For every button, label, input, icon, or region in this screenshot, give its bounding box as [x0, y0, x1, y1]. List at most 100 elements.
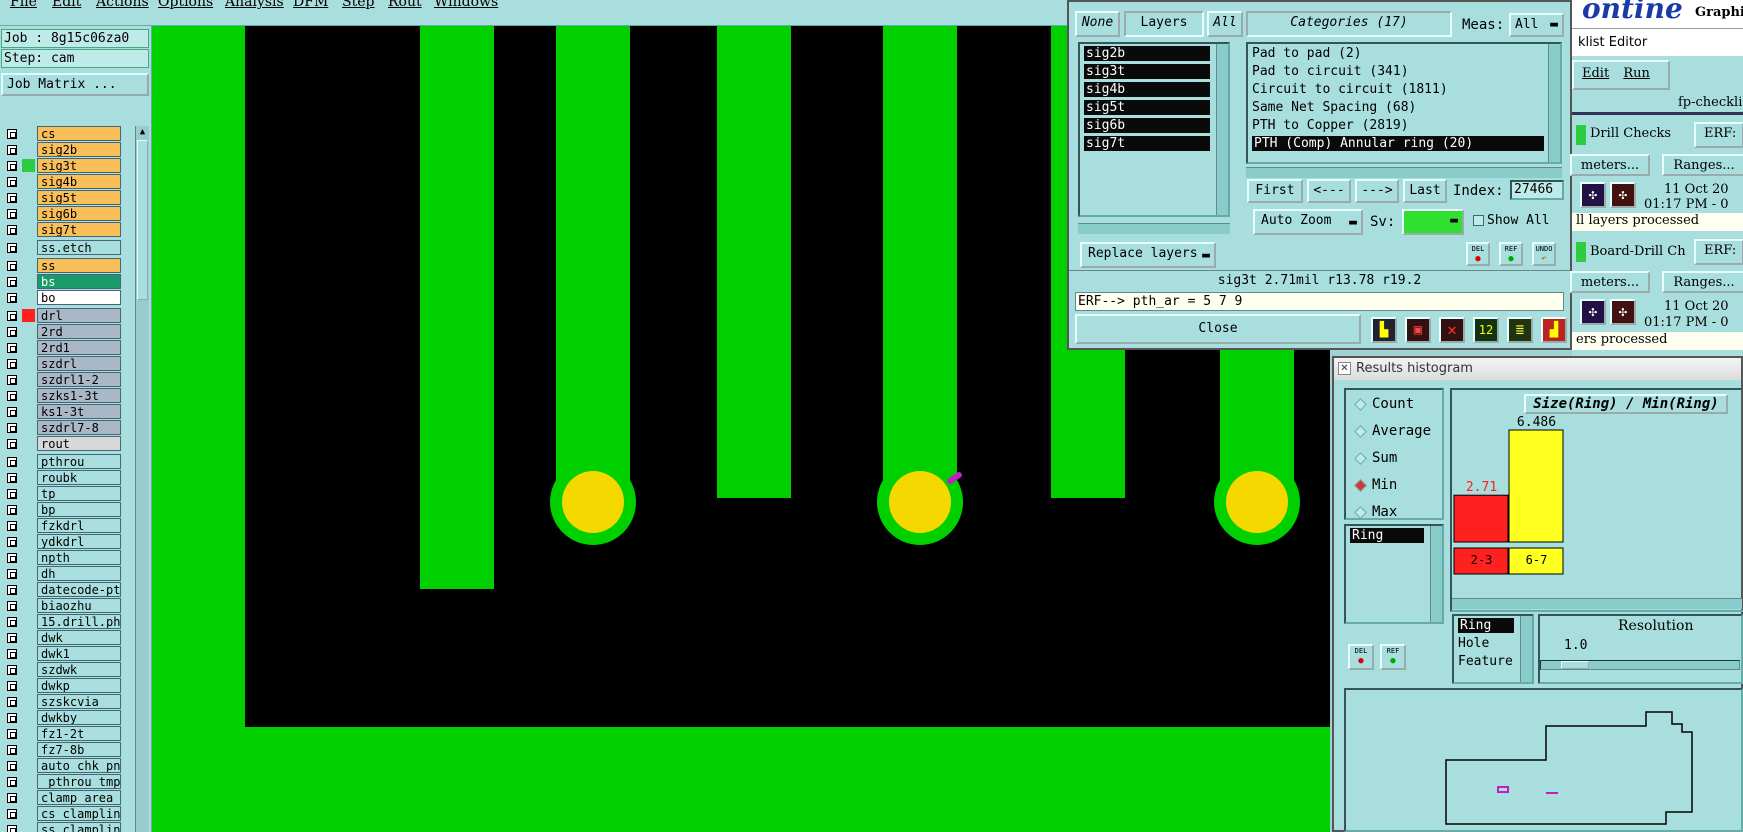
layer-checkbox[interactable]	[7, 407, 17, 417]
layer-row-fz1-2t[interactable]: fz1-2t	[2, 726, 121, 741]
layer-row-ss.etch[interactable]: ss.etch	[2, 240, 121, 255]
layer-row-szdwk[interactable]: szdwk	[2, 662, 121, 677]
layer-row-tp[interactable]: tp	[2, 486, 121, 501]
layer-checkbox[interactable]	[7, 145, 17, 155]
layer-row-ks1-3t[interactable]: ks1-3t	[2, 404, 121, 419]
layer-checkbox[interactable]	[7, 665, 17, 675]
layer-checkbox[interactable]	[7, 809, 17, 819]
mode-radio-count[interactable]: Count	[1354, 396, 1414, 412]
layer-name[interactable]: szdrl7-8	[37, 420, 121, 435]
layer-name[interactable]: dwkp	[37, 678, 121, 693]
layer-checkbox[interactable]	[7, 327, 17, 337]
layer-row-biaozhu[interactable]: biaozhu	[2, 598, 121, 613]
layer-name[interactable]: dh	[37, 566, 121, 581]
next-button[interactable]: --->	[1355, 179, 1399, 203]
layer-checkbox[interactable]	[7, 293, 17, 303]
layer-checkbox[interactable]	[7, 375, 17, 385]
clear-icon[interactable]: ✕	[1439, 317, 1465, 343]
layer-checkbox[interactable]	[7, 359, 17, 369]
layer-checkbox[interactable]	[7, 777, 17, 787]
field-item[interactable]: Ring	[1458, 618, 1514, 633]
layer-name[interactable]: sig5t	[37, 190, 121, 205]
menu-options[interactable]: Options	[158, 0, 213, 10]
run-icon[interactable]: ✣	[1610, 182, 1636, 208]
layer-checkbox[interactable]	[7, 225, 17, 235]
layer-row-15.drill.pho[interactable]: 15.drill.pho	[2, 614, 121, 629]
layer-name[interactable]: sig2b	[37, 142, 121, 157]
category-item[interactable]: Same Net Spacing (68)	[1252, 100, 1416, 115]
category-item[interactable]: Circuit to circuit (1811)	[1252, 82, 1448, 97]
scroll-up-icon[interactable]: ▲	[137, 126, 148, 138]
layer-checkbox[interactable]	[7, 825, 17, 832]
layer-checkbox[interactable]	[7, 161, 17, 171]
layer-name[interactable]: sig4b	[37, 174, 121, 189]
layer-name[interactable]: cs	[37, 126, 121, 141]
layer-name[interactable]: ydkdrl	[37, 534, 121, 549]
layer-name[interactable]: roubk	[37, 470, 121, 485]
layer-name[interactable]: szskcvia	[37, 694, 121, 709]
board-overview[interactable]	[1344, 688, 1743, 832]
layer-checkbox[interactable]	[7, 553, 17, 563]
erf-button-2[interactable]: ERF:	[1694, 239, 1743, 265]
number-icon[interactable]: 12	[1473, 317, 1499, 343]
slider-thumb[interactable]	[1561, 661, 1589, 669]
none-button[interactable]: None	[1075, 11, 1120, 37]
histogram-bar[interactable]	[1508, 429, 1564, 543]
category-item[interactable]: Pad to pad (2)	[1252, 46, 1362, 61]
category-list[interactable]: Pad to pad (2) Pad to circuit (341) Circui…	[1246, 42, 1562, 164]
layer-row-2rd[interactable]: 2rd	[2, 324, 121, 339]
ref-button[interactable]: REF ●	[1380, 644, 1406, 670]
layer-name[interactable]: sig3t	[37, 158, 121, 173]
layer-row-szdrl1-2[interactable]: szdrl1-2	[2, 372, 121, 387]
layer-checkbox[interactable]	[7, 457, 17, 467]
layer-checkbox[interactable]	[7, 193, 17, 203]
job-matrix-button[interactable]: Job Matrix ...	[1, 73, 149, 96]
run-icon[interactable]: ✣	[1610, 299, 1636, 325]
field-item[interactable]: Feature	[1458, 654, 1513, 669]
layer-row-2rd1[interactable]: 2rd1	[2, 340, 121, 355]
replace-layers-dropdown[interactable]: Replace layers ▬	[1080, 242, 1216, 268]
meas-dropdown[interactable]: All ▬	[1509, 13, 1564, 37]
layer-row-szks1-3t[interactable]: szks1-3t	[2, 388, 121, 403]
menu-rout[interactable]: Rout	[388, 0, 422, 10]
layer-name[interactable]: auto_chk_pn	[37, 758, 121, 773]
layer-name[interactable]: dwk1	[37, 646, 121, 661]
layer-checkbox[interactable]	[7, 473, 17, 483]
layer-row-dwkp[interactable]: dwkp	[2, 678, 121, 693]
category-item[interactable]: PTH (Comp) Annular ring (20)	[1252, 136, 1544, 151]
category-item[interactable]: PTH to Copper (2819)	[1252, 118, 1409, 133]
category-scrollbar[interactable]	[1548, 44, 1560, 162]
layer-row-_pthrou_tmp[interactable]: _pthrou_tmp	[2, 774, 121, 789]
chart-hscroll[interactable]	[1452, 598, 1742, 609]
category-hscroll[interactable]	[1246, 167, 1562, 178]
list-item[interactable]: Ring	[1350, 528, 1424, 543]
histogram-bar[interactable]	[1453, 494, 1509, 543]
layer-row-szdrl[interactable]: szdrl	[2, 356, 121, 371]
notes-icon[interactable]: ≣	[1507, 317, 1533, 343]
layer-row-fz7-8b[interactable]: fz7-8b	[2, 742, 121, 757]
layer-checkbox[interactable]	[7, 209, 17, 219]
layer-row-dwk1[interactable]: dwk1	[2, 646, 121, 661]
layer-row-fzkdrl[interactable]: fzkdrl	[2, 518, 121, 533]
menu-edit[interactable]: Edit	[52, 0, 81, 10]
run-menu[interactable]: Run	[1623, 66, 1650, 81]
field-item[interactable]: Hole	[1458, 636, 1489, 651]
index-input[interactable]: 27466	[1510, 180, 1564, 200]
layer-name[interactable]: ss_clampline	[37, 822, 121, 832]
auto-zoom-dropdown[interactable]: Auto Zoom ▬	[1253, 209, 1363, 235]
layer-select-scrollbar[interactable]	[1216, 44, 1228, 215]
layer-checkbox[interactable]	[7, 391, 17, 401]
layer-checkbox[interactable]	[7, 633, 17, 643]
layer-name[interactable]: szks1-3t	[37, 388, 121, 403]
layer-row-ss[interactable]: ss	[2, 258, 121, 273]
layer-row-clamp_area[interactable]: clamp_area	[2, 790, 121, 805]
menu-actions[interactable]: Actions	[96, 0, 149, 10]
editor-menu[interactable]: Edit Run	[1572, 60, 1670, 90]
layer-row-auto_chk_pn[interactable]: auto_chk_pn	[2, 758, 121, 773]
mode-radio-average[interactable]: Average	[1354, 423, 1431, 439]
layer-name[interactable]: biaozhu	[37, 598, 121, 613]
layer-row-npth[interactable]: npth	[2, 550, 121, 565]
layer-row-sig5t[interactable]: sig5t	[2, 190, 121, 205]
layer-checkbox[interactable]	[7, 585, 17, 595]
layer-name[interactable]: clamp_area	[37, 790, 121, 805]
